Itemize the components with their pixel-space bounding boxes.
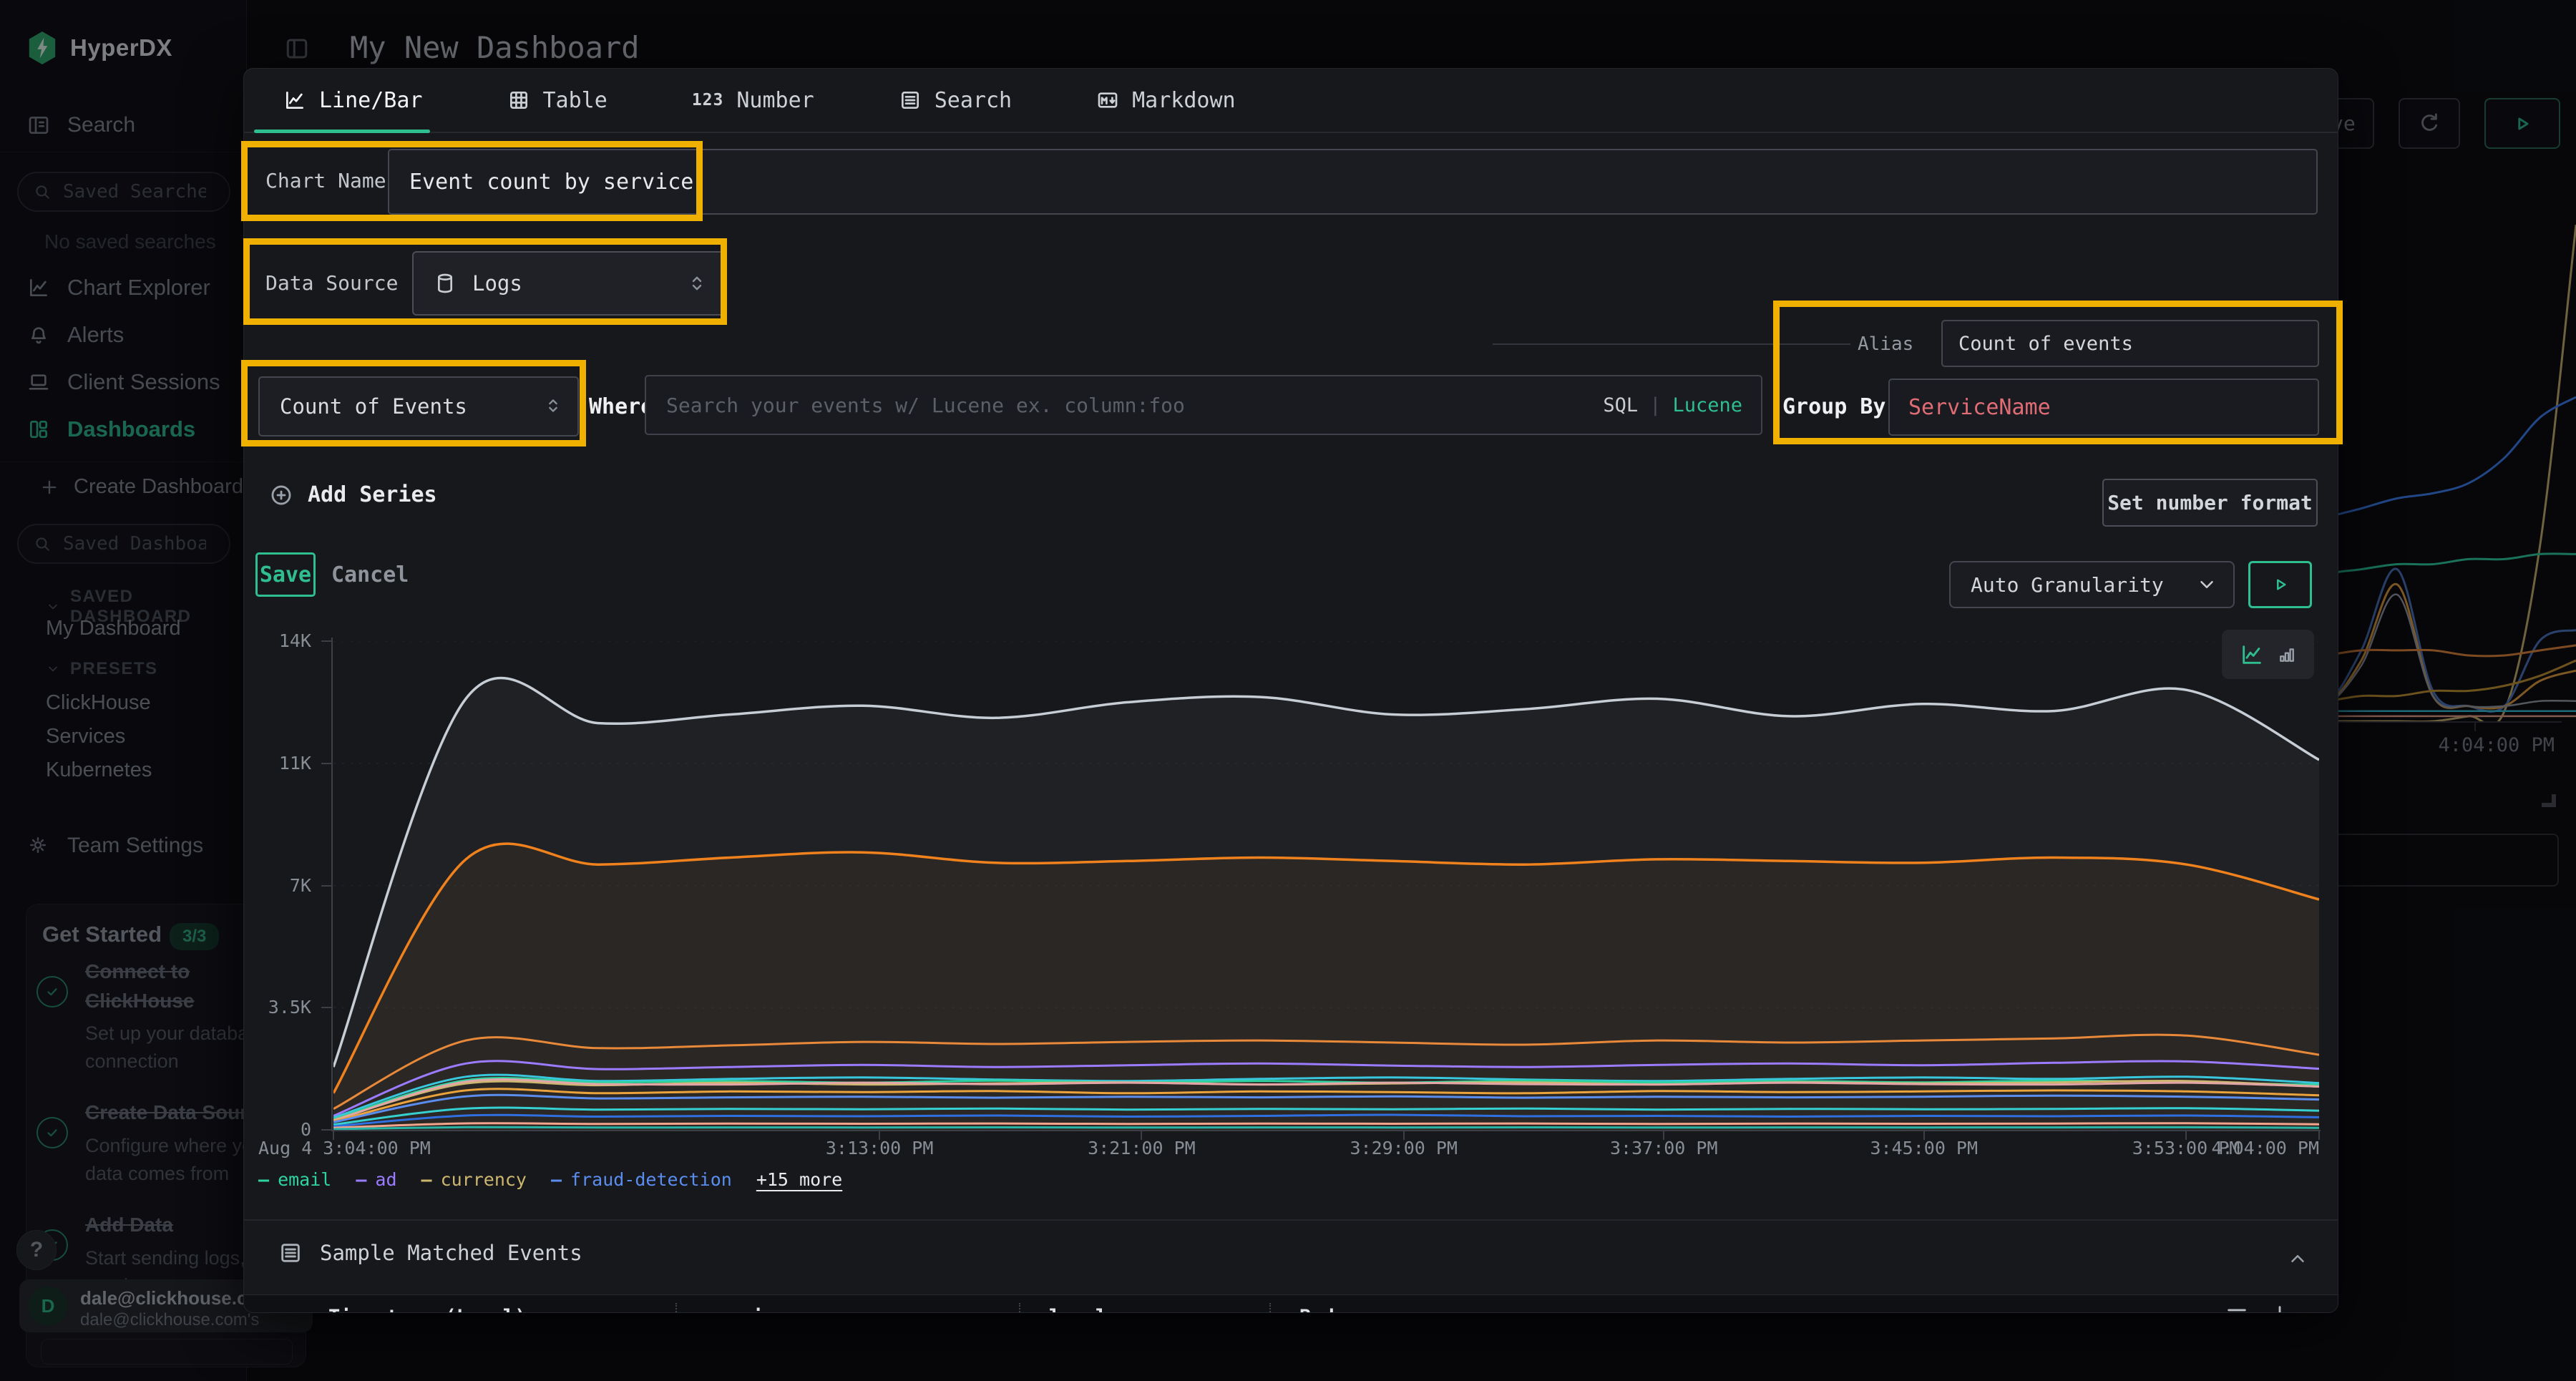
x-tick-label: 3:29:00 PM: [1350, 1138, 1458, 1158]
y-tick-mark: [321, 763, 331, 764]
y-axis-line: [331, 638, 333, 1131]
tab-table[interactable]: Table: [507, 88, 608, 113]
tab-line-bar[interactable]: Line/Bar: [283, 88, 423, 113]
highlight-box-aggregation: [241, 360, 586, 446]
legend-dash: —: [258, 1169, 269, 1190]
toggle-separator: |: [1649, 394, 1661, 416]
tab-markdown[interactable]: Markdown: [1096, 88, 1236, 113]
legend-label: fraud-detection: [570, 1169, 732, 1190]
y-axis: 03.5K7K11K14K: [244, 641, 321, 1130]
legend-label: ad: [375, 1169, 396, 1190]
events-table-header: Timestamp (Local)servicelevelBody: [244, 1294, 2338, 1313]
y-tick-label: 7K: [244, 874, 311, 897]
plus-circle-icon: [269, 483, 293, 507]
sql-toggle[interactable]: SQL: [1603, 394, 1638, 416]
x-tick-mark: [2185, 1130, 2187, 1140]
search-list-icon: [899, 89, 922, 112]
cancel-button[interactable]: Cancel: [331, 552, 409, 597]
granularity-value: Auto Granularity: [1971, 573, 2196, 597]
tab-label: Number: [736, 88, 814, 113]
granularity-select[interactable]: Auto Granularity: [1949, 561, 2235, 608]
legend-item-fraud-detection[interactable]: — fraud-detection: [551, 1169, 732, 1190]
tab-label: Line/Bar: [319, 88, 423, 113]
legend-item-ad[interactable]: — ad: [356, 1169, 396, 1190]
y-tick-label: 11K: [244, 752, 311, 775]
legend-dash: —: [421, 1169, 432, 1190]
add-series-button[interactable]: Add Series: [269, 482, 437, 507]
y-tick-mark: [321, 1007, 331, 1008]
where-search-field: SQL | Lucene: [645, 375, 1762, 435]
timeseries-chart[interactable]: [333, 641, 2319, 1130]
sample-events-title: Sample Matched Events: [320, 1241, 582, 1265]
active-tab-indicator: [254, 130, 430, 133]
legend-more-link[interactable]: +15 more: [756, 1169, 842, 1190]
y-tick-mark: [321, 885, 331, 887]
query-language-toggle: SQL | Lucene: [1603, 394, 1742, 416]
column-header-timestamp-local-[interactable]: Timestamp (Local): [328, 1303, 675, 1314]
column-header-body[interactable]: Body: [1269, 1303, 1699, 1314]
x-tick-label: 3:13:00 PM: [826, 1138, 934, 1158]
x-tick-label: 4:04:00 PM: [2211, 1138, 2319, 1158]
add-series-label: Add Series: [308, 482, 437, 507]
x-tick-label: 3:37:00 PM: [1610, 1138, 1718, 1158]
hyperdx-app: HyperDX Search No saved searches Chart E…: [0, 0, 2576, 1381]
x-axis-line: [331, 1130, 2321, 1131]
section-divider: [244, 1219, 2338, 1221]
x-tick-mark: [879, 1130, 880, 1140]
list-box-icon: [278, 1241, 303, 1265]
legend-label: email: [278, 1169, 331, 1190]
chart-legend: — email — ad — currency — fraud-detection +15 mo…: [258, 1169, 842, 1190]
legend-dash: —: [356, 1169, 366, 1190]
play-icon: [2270, 574, 2291, 595]
tab-number[interactable]: 123 Number: [692, 88, 814, 113]
chart-type-tabs: Line/Bar Table 123 Number Search Markdown: [283, 69, 1236, 132]
number-icon: 123: [692, 91, 724, 109]
chevron-up-icon[interactable]: [2287, 1248, 2308, 1269]
legend-label: currency: [441, 1169, 527, 1190]
highlight-box-chart-name: [241, 141, 703, 221]
x-tick-label: 3:21:00 PM: [1088, 1138, 1196, 1158]
y-tick-label: 14K: [244, 630, 311, 653]
line-chart-icon: [283, 89, 306, 112]
x-tick-mark: [333, 1130, 334, 1140]
run-query-button[interactable]: [2248, 561, 2312, 608]
where-input[interactable]: [646, 394, 1603, 417]
legend-dash: —: [551, 1169, 562, 1190]
highlight-box-group-by: [1773, 301, 2343, 444]
x-tick-mark: [1663, 1130, 1664, 1140]
sample-events-header[interactable]: Sample Matched Events: [278, 1241, 582, 1265]
legend-item--15-more[interactable]: +15 more: [756, 1169, 842, 1190]
x-tick-label: Aug 4 3:04:00 PM: [258, 1138, 431, 1158]
x-tick-label: 3:45:00 PM: [1870, 1138, 1979, 1158]
set-number-format-button[interactable]: Set number format: [2102, 479, 2318, 527]
x-tick-mark: [1403, 1130, 1405, 1140]
x-tick-mark: [1141, 1130, 1142, 1140]
save-button[interactable]: Save: [255, 552, 316, 597]
where-label: Where: [589, 394, 653, 419]
column-header-service[interactable]: service: [675, 1303, 1019, 1314]
tab-label: Table: [543, 88, 608, 113]
markdown-icon: [1096, 89, 1119, 112]
y-tick-mark: [321, 1129, 331, 1131]
column-header-level[interactable]: level: [1019, 1303, 1269, 1314]
y-tick-mark: [321, 640, 331, 642]
table-icon: [507, 89, 530, 112]
x-tick-mark: [1923, 1130, 1925, 1140]
tab-label: Search: [935, 88, 1012, 113]
chevron-down-icon: [2196, 574, 2218, 595]
lucene-toggle[interactable]: Lucene: [1672, 394, 1742, 416]
x-tick-mark: [2318, 1130, 2320, 1140]
download-icon[interactable]: [2268, 1303, 2292, 1313]
tab-search[interactable]: Search: [899, 88, 1012, 113]
tab-label: Markdown: [1132, 88, 1236, 113]
tabs-divider: [244, 132, 2338, 133]
wrap-lines-icon[interactable]: [2225, 1303, 2249, 1313]
highlight-box-data-source: [243, 238, 727, 325]
x-axis: Aug 4 3:04:00 PM3:13:00 PM3:21:00 PM3:29…: [333, 1136, 2319, 1162]
y-tick-label: 3.5K: [244, 996, 311, 1019]
legend-item-email[interactable]: — email: [258, 1169, 331, 1190]
legend-item-currency[interactable]: — currency: [421, 1169, 527, 1190]
